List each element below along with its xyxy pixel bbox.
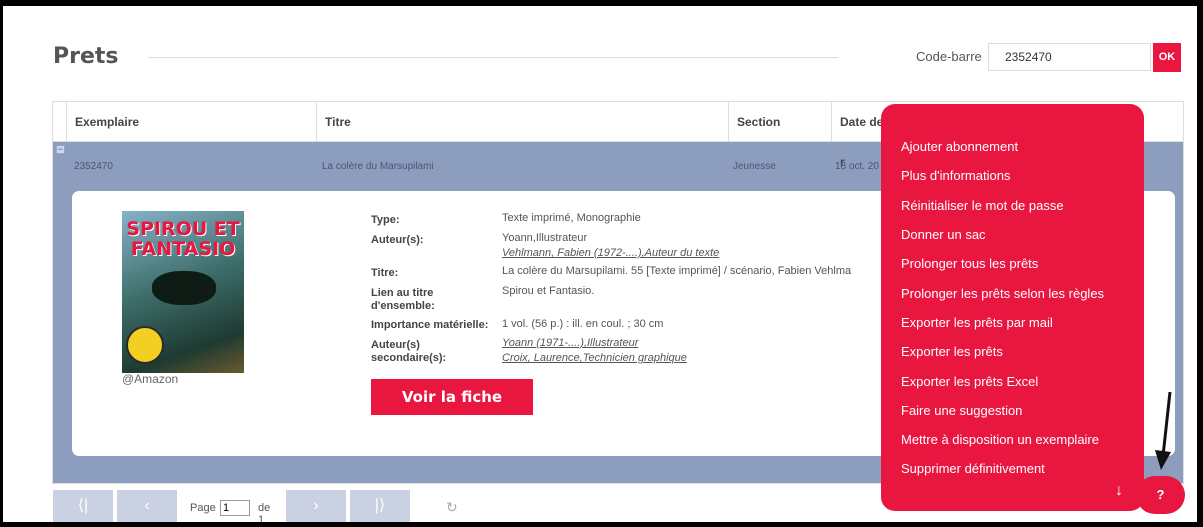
field-label-type: Type: — [371, 214, 400, 226]
menu-item-plus-informations[interactable]: Plus d'informations — [901, 168, 1010, 183]
title-divider — [148, 57, 838, 58]
secondary-author-link[interactable]: Croix, Laurence,Technicien graphique — [502, 352, 687, 364]
field-link-secondaire-2: Croix, Laurence,Technicien graphique — [502, 351, 687, 365]
next-page-icon[interactable]: › — [286, 490, 346, 522]
field-value-auteur: Yoann,Illustrateur — [502, 232, 588, 244]
cover-badge — [126, 326, 164, 364]
field-value-importance: 1 vol. (56 p.) : ill. en coul. ; 30 cm — [502, 318, 664, 330]
page-number-input[interactable] — [220, 500, 250, 516]
menu-item-reinitialiser-mot-de-passe[interactable]: Réinitialiser le mot de passe — [901, 198, 1064, 213]
field-label-importance: Importance matérielle: — [371, 319, 489, 331]
cell-section: Jeunesse — [733, 161, 776, 172]
cover-title: SPIROU ET FANTASIO — [126, 218, 240, 260]
menu-item-donner-sac[interactable]: Donner un sac — [901, 227, 986, 242]
barcode-label: Code-barre — [916, 49, 982, 64]
menu-item-exporter-prets[interactable]: Exporter les prêts — [901, 344, 1003, 359]
refresh-icon[interactable]: ↻ — [446, 499, 458, 516]
page-label: Page — [190, 502, 216, 514]
actions-menu: Ajouter abonnement Plus d'informations R… — [881, 104, 1144, 511]
menu-item-exporter-mail[interactable]: Exporter les prêts par mail — [901, 315, 1053, 330]
column-titre[interactable]: Titre — [316, 102, 728, 141]
barcode-input[interactable] — [988, 43, 1151, 71]
voir-la-fiche-button[interactable]: Voir la fiche — [371, 379, 533, 415]
annotation-arrow — [1155, 391, 1172, 470]
menu-item-exporter-excel[interactable]: Exporter les prêts Excel — [901, 374, 1038, 389]
help-button[interactable]: ? — [1136, 476, 1185, 514]
field-label-auteurs: Auteur(s): — [371, 234, 424, 246]
field-link-secondaire-1: Yoann (1971-....),Illustrateur — [502, 336, 638, 350]
page-count-label: de 1 — [258, 502, 271, 522]
last-page-icon[interactable]: |⟩ — [350, 490, 410, 522]
prev-page-icon[interactable]: ‹ — [117, 490, 177, 522]
field-value-lien: Spirou et Fantasio. — [502, 285, 595, 297]
field-label-titre: Titre: — [371, 267, 399, 279]
field-value-type: Texte imprimé, Monographie — [502, 212, 641, 224]
first-page-icon[interactable]: ⟨| — [53, 490, 113, 522]
collapse-icon[interactable]: − — [56, 145, 65, 154]
barcode-ok-button[interactable]: OK — [1153, 43, 1181, 72]
image-credit: @Amazon — [122, 372, 179, 386]
cell-exemplaire: 2352470 — [74, 161, 113, 172]
app-frame: Prets Code-barre OK Exemplaire Titre Sec… — [3, 6, 1197, 522]
field-label-lien: Lien au titre d'ensemble: — [371, 287, 435, 312]
menu-item-supprimer[interactable]: Supprimer définitivement — [901, 461, 1045, 476]
menu-item-prolonger-regles[interactable]: Prolonger les prêts selon les règles — [901, 286, 1104, 301]
cover-illustration — [152, 271, 216, 305]
cell-date: 18 oct. 20 — [835, 161, 879, 172]
field-value-titre: La colère du Marsupilami. 55 [Texte impr… — [502, 265, 852, 277]
cell-titre: La colère du Marsupilami — [322, 161, 434, 172]
field-link-auteur: Vehlmann, Fabien (1972-....),Auteur du t… — [502, 246, 719, 260]
column-section[interactable]: Section — [728, 102, 831, 141]
column-exemplaire[interactable]: Exemplaire — [66, 102, 316, 141]
menu-item-mettre-disposition[interactable]: Mettre à disposition un exemplaire — [901, 432, 1099, 447]
menu-item-prolonger-tous[interactable]: Prolonger tous les prêts — [901, 256, 1038, 271]
field-label-auteurs-secondaires: Auteur(s) secondaire(s): — [371, 339, 447, 364]
secondary-author-link[interactable]: Yoann (1971-....),Illustrateur — [502, 337, 638, 349]
book-cover-image: SPIROU ET FANTASIO — [122, 211, 244, 373]
menu-item-faire-suggestion[interactable]: Faire une suggestion — [901, 403, 1022, 418]
menu-item-ajouter-abonnement[interactable]: Ajouter abonnement — [901, 139, 1018, 154]
page-title: Prets — [53, 44, 119, 69]
down-arrow-icon[interactable]: ↓ — [1115, 482, 1123, 500]
author-link[interactable]: Vehlmann, Fabien (1972-....),Auteur du t… — [502, 247, 719, 259]
